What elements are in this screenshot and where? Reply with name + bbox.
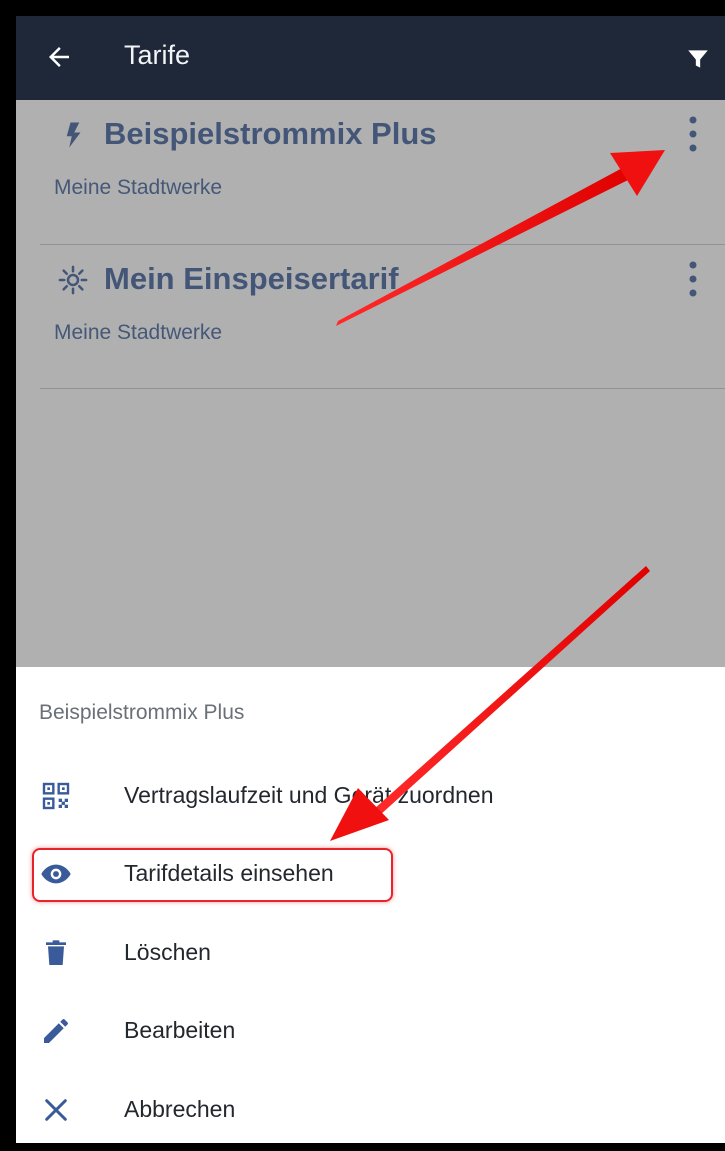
menu-item-delete[interactable]: Löschen: [16, 921, 725, 985]
bottom-sheet: Beispielstrommix Plus Vertragslaufzeit u…: [16, 667, 725, 1143]
sheet-title: Beispielstrommix Plus: [39, 701, 245, 724]
menu-item-label: Vertragslaufzeit und Gerät zuordnen: [124, 782, 494, 808]
menu-item-edit[interactable]: Bearbeiten: [16, 999, 725, 1063]
page-title: Tarife: [124, 40, 191, 70]
menu-item-label: Abbrechen: [124, 1096, 236, 1122]
menu-item-cancel[interactable]: Abbrechen: [16, 1078, 725, 1142]
close-icon: [45, 1099, 67, 1121]
menu-item-label: Bearbeiten: [124, 1017, 236, 1043]
app-frame: Tarife Beispielstrommix Plus Meine Stadt…: [16, 16, 725, 1143]
pencil-icon: [44, 1019, 68, 1043]
arrow-left-icon[interactable]: [44, 42, 74, 72]
trash-icon: [46, 940, 66, 965]
qr-code-icon: [42, 782, 70, 810]
menu-item-assign[interactable]: Vertragslaufzeit und Gerät zuordnen: [16, 764, 725, 828]
annotation-highlight-box: [32, 848, 393, 902]
filter-icon[interactable]: [685, 46, 711, 72]
app-bar: Tarife: [16, 16, 725, 100]
menu-item-label: Löschen: [124, 939, 211, 965]
modal-scrim[interactable]: [16, 100, 725, 667]
